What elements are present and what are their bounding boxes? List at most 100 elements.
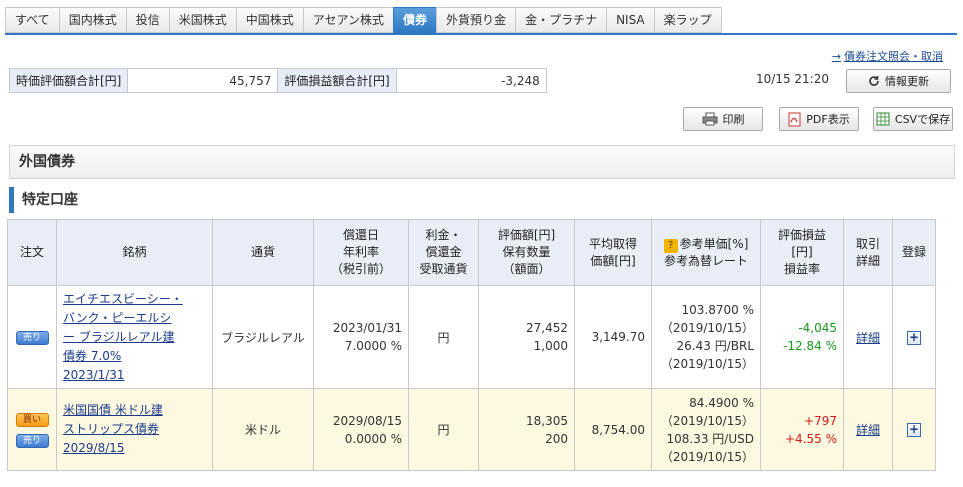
header-currency: 通貨 — [212, 219, 314, 286]
tab-all[interactable]: すべて — [5, 7, 59, 33]
ref-price: 103.8700 % — [681, 303, 754, 317]
tab-bonds[interactable]: 債券 — [393, 7, 437, 33]
bond-name-line: ー ブラジルレアル建 — [63, 329, 175, 344]
sell-button[interactable]: 売り — [15, 434, 49, 448]
header-maturity: 償還日 年利率 （税引前） — [313, 219, 409, 286]
header-avg-price: 平均取得 価額[円] — [574, 219, 652, 286]
print-button[interactable]: 印刷 — [683, 107, 763, 131]
header-valuation-line3: （額面） — [502, 262, 551, 276]
ref-price-date: （2019/10/15） — [660, 321, 754, 335]
bond-name-link[interactable]: 米国国債 米ドル建 ストリップス債券 2029/8/15 — [58, 401, 211, 458]
header-valuation-line2: 保有数量 — [502, 245, 551, 259]
pl-rate: +4.55 % — [785, 431, 837, 446]
register-cell: + — [892, 388, 936, 471]
tab-china-stocks[interactable]: 中国株式 — [235, 7, 303, 33]
table-header-row: 注文 銘柄 通貨 償還日 年利率 （税引前） 利金・ 償還金 受取通貨 評価額[… — [7, 219, 936, 286]
pl-total-label: 評価損益額合計[円] — [277, 68, 397, 93]
detail-link[interactable]: 詳細 — [856, 331, 880, 345]
header-pl-line2: [円] — [791, 245, 813, 259]
tab-foreign-deposit[interactable]: 外貨預り金 — [436, 7, 516, 33]
quantity-value: 1,000 — [533, 339, 568, 353]
avg-price-cell: 8,754.00 — [574, 388, 652, 471]
printer-icon — [702, 112, 717, 126]
refresh-button[interactable]: 情報更新 — [846, 69, 951, 93]
tab-funds[interactable]: 投信 — [125, 7, 169, 33]
refresh-icon — [869, 76, 879, 86]
maturity-date: 2029/08/15 — [332, 413, 402, 428]
tab-nisa[interactable]: NISA — [606, 7, 654, 33]
currency-cell: ブラジルレアル — [212, 285, 314, 389]
plus-icon[interactable]: + — [907, 423, 921, 437]
question-icon[interactable]: ? — [663, 238, 678, 253]
payment-currency-cell: 円 — [408, 285, 479, 389]
header-payment-line1: 利金・ — [425, 228, 462, 242]
valuation-cell: 18,305 200 — [478, 388, 575, 471]
header-payment-line2: 償還金 — [425, 245, 462, 259]
fx-date: （2019/10/15） — [660, 449, 754, 464]
header-trade-line2: 詳細 — [855, 253, 880, 268]
product-tabs: すべて 国内株式 投信 米国株式 中国株式 アセアン株式 債券 外貨預り金 金・… — [5, 7, 722, 33]
ref-price: 84.4900 % — [689, 395, 754, 410]
header-pl: 評価損益 [円] 損益率 — [760, 219, 844, 286]
header-register: 登録 — [892, 219, 936, 286]
maturity-date: 2023/01/31 — [332, 321, 402, 335]
plus-icon[interactable]: + — [907, 330, 921, 345]
header-trade: 取引 詳細 — [843, 219, 893, 286]
header-name: 銘柄 — [56, 219, 213, 286]
header-payment: 利金・ 償還金 受取通貨 — [408, 219, 479, 286]
holdings-table: 注文 銘柄 通貨 償還日 年利率 （税引前） 利金・ 償還金 受取通貨 評価額[… — [7, 219, 936, 471]
fx-rate: 26.43 円/BRL — [676, 339, 754, 353]
header-valuation-line1: 評価額[円] — [497, 228, 556, 242]
bond-name-line: 債券 7.0% — [63, 348, 122, 363]
refresh-label: 情報更新 — [885, 75, 929, 88]
tab-asean-stocks[interactable]: アセアン株式 — [302, 7, 394, 33]
currency-cell: 米ドル — [212, 388, 314, 471]
interest-rate: 0.0000 % — [344, 431, 402, 446]
reference-cell: 103.8700 % （2019/10/15） 26.43 円/BRL （201… — [651, 285, 761, 389]
tab-rakuwrap[interactable]: 楽ラップ — [653, 7, 722, 33]
tab-us-stocks[interactable]: 米国株式 — [168, 7, 236, 33]
ref-price-date: （2019/10/15） — [660, 413, 754, 428]
header-reference: ? 参考単価[%] 参考為替レート — [651, 219, 761, 286]
bond-order-inquiry-label: 債券注文照会・取消 — [844, 50, 943, 63]
order-cell: 買い 売り — [7, 388, 57, 471]
pl-yen: +797 — [804, 413, 837, 428]
csv-button[interactable]: CSVで保存 — [873, 107, 953, 131]
header-reference-line1: 参考単価[%] — [679, 236, 749, 251]
pl-cell: -4,045 -12.84 % — [760, 285, 844, 389]
sell-button[interactable]: 売り — [15, 331, 49, 345]
maturity-cell: 2023/01/31 7.0000 % — [313, 285, 409, 389]
arrow-right-icon: → — [831, 50, 841, 63]
csv-label: CSVで保存 — [894, 113, 951, 126]
payment-currency-cell: 円 — [408, 388, 479, 471]
buy-button[interactable]: 買い — [15, 413, 49, 427]
tab-gold-platinum[interactable]: 金・プラチナ — [515, 7, 607, 33]
pdf-label: PDF表示 — [806, 113, 850, 126]
valuation-total-label: 時価評価額合計[円] — [8, 68, 129, 93]
header-payment-line3: 受取通貨 — [419, 262, 468, 276]
section-title: 外国債券 — [9, 145, 955, 179]
pl-cell: +797 +4.55 % — [760, 388, 844, 471]
tab-domestic-stocks[interactable]: 国内株式 — [58, 7, 126, 33]
maturity-cell: 2029/08/15 0.0000 % — [313, 388, 409, 471]
bond-order-inquiry-link[interactable]: → 債券注文照会・取消 — [832, 48, 943, 64]
summary-table: 時価評価額合計[円] 45,757 評価損益額合計[円] -3,248 — [8, 68, 547, 93]
print-label: 印刷 — [722, 113, 745, 126]
bond-name-cell: 米国国債 米ドル建 ストリップス債券 2029/8/15 — [56, 388, 213, 471]
reference-cell: 84.4900 % （2019/10/15） 108.33 円/USD （201… — [651, 388, 761, 471]
pdf-icon — [788, 112, 801, 126]
header-avg-price-line1: 平均取得 — [588, 236, 637, 251]
table-row: 売り エイチエスビーシー・ バンク・ピーエルシ ー ブラジルレアル建 債券 7.… — [7, 285, 936, 389]
bond-name-link[interactable]: エイチエスビーシー・ バンク・ピーエルシ ー ブラジルレアル建 債券 7.0% … — [58, 290, 211, 385]
bond-name-line: 2029/8/15 — [63, 441, 125, 455]
header-maturity-line3: （税引前） — [330, 262, 391, 276]
table-row: 買い 売り 米国国債 米ドル建 ストリップス債券 2029/8/15 米ドル 2… — [7, 388, 936, 471]
pdf-button[interactable]: PDF表示 — [779, 107, 859, 131]
header-maturity-line1: 償還日 — [342, 228, 379, 242]
update-timestamp: 10/15 21:20 — [756, 72, 829, 86]
order-cell: 売り — [7, 285, 57, 389]
pl-total-value: -3,248 — [395, 68, 547, 93]
detail-cell: 詳細 — [843, 388, 893, 471]
detail-link[interactable]: 詳細 — [856, 423, 880, 437]
fx-rate: 108.33 円/USD — [666, 431, 755, 446]
